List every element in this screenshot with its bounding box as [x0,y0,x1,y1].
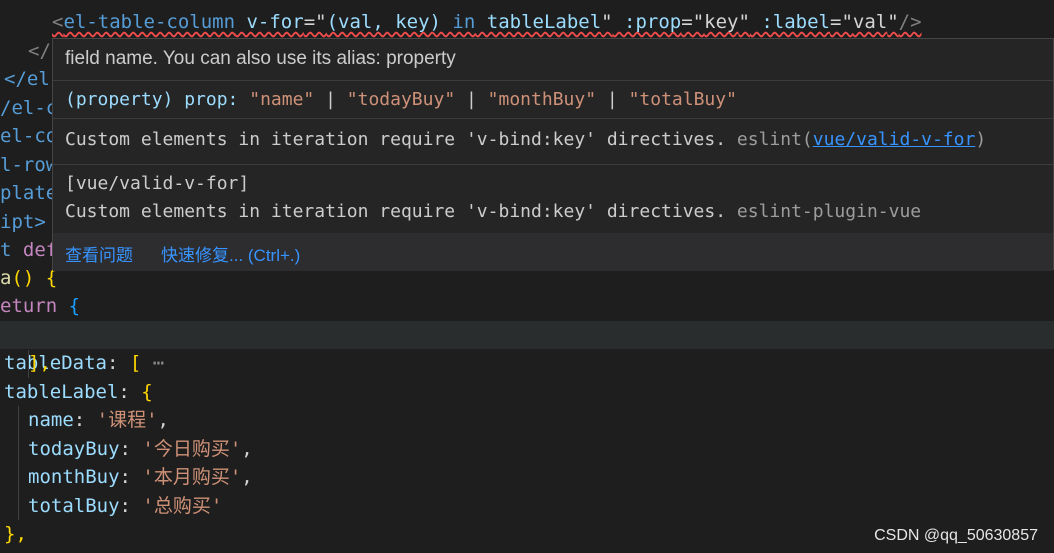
brace: }, [4,523,27,545]
attr-name: :label [749,11,830,33]
diagnostic-source: ) [975,129,987,150]
attr-value: (val, key) [326,11,453,33]
colon: : [118,381,142,403]
code-line: l-row [0,151,57,179]
signature-prefix: (property) prop: [65,89,250,110]
property-name: todayBuy [28,438,120,460]
diagnostic-source: eslint-plugin-vue [726,201,922,222]
bracket: ], [28,352,51,374]
attr-eq: =" [681,11,705,33]
diagnostic-line: Custom elements in iteration require 'v-… [65,129,986,150]
union-separator: | [314,89,347,110]
string-value: '今日购买' [142,438,242,460]
code-line: t def [0,236,57,264]
brace: () { [11,267,58,289]
diagnostic-rule: [vue/valid-v-for] [65,173,250,194]
code-line-current[interactable]: tableData: [ ⋯ [0,321,1054,374]
property-name: tableLabel [4,381,119,403]
attr-name: :prop [612,11,682,33]
type-literal: "totalBuy" [628,89,737,110]
bracket: [ [129,352,142,374]
type-literal: "todayBuy" [346,89,456,110]
quote: " [738,11,750,33]
hover-diagnostic-2: [vue/valid-v-for] Custom elements in ite… [53,165,1053,233]
attr-value: val [852,11,888,33]
hover-diagnostic-1: Custom elements in iteration require 'v-… [53,119,1053,165]
string-value: '课程' [96,409,158,431]
code-line: el-co [0,122,57,150]
attr-value: tableLabel [475,11,602,33]
rule-doc-link[interactable]: vue/valid-v-for [813,129,976,150]
code-text: l-row [0,154,58,176]
code-line: /el-c [0,94,57,122]
keyword: t [0,239,12,261]
attr-eq: =" [830,11,853,33]
quick-fix-link[interactable]: 快速修复... (Ctrl+.) [161,241,300,266]
folded-region-icon[interactable]: ⋯ [141,352,164,374]
keyword: def [11,239,58,261]
code-text: /el-c [0,97,58,119]
hover-signature: (property) prop: "name" | "todayBuy" | "… [65,89,737,110]
code-line: name: '课程', [28,409,169,431]
code-line: todayBuy: '今日购买', [28,438,253,460]
error-squiggle-span[interactable]: <el-table-column v-for="(val, key) in ta… [52,11,922,33]
code-line: plate [0,179,57,207]
code-text: plate [0,182,58,204]
union-separator: | [596,89,629,110]
code-text: el-co [0,125,58,147]
function-name: a [0,267,12,289]
attr-eq: =" [303,11,327,33]
view-problem-link[interactable]: 查看问题 [65,241,133,266]
code-line: </ [28,37,51,65]
hover-doc-text: field name. You can also use its alias: … [65,48,456,69]
code-line: tableLabel: { [4,378,153,406]
diagnostic-source: eslint( [726,129,813,150]
type-literal: "monthBuy" [487,89,597,110]
code-line: eturn { [0,292,80,320]
diagnostic-message: Custom elements in iteration require 'v-… [65,201,727,222]
hover-action-bar: 查看问题 快速修复... (Ctrl+.) [53,233,1053,271]
colon: : [106,352,130,374]
code-line: }, [4,520,27,548]
hover-signature-section: (property) prop: "name" | "todayBuy" | "… [53,81,1053,119]
code-line: totalBuy: '总购买' [28,495,223,517]
code-text: ipt> [0,211,46,233]
tag-bracket: < [52,11,64,33]
property-name: totalBuy [28,495,120,517]
code-line-vfor[interactable]: <el-table-column v-for="(val, key) in ta… [52,8,922,36]
keyword: in [452,11,476,33]
property-name: monthBuy [28,466,120,488]
keyword: eturn [0,295,58,317]
code-line: monthBuy: '本月购买', [28,466,253,488]
property-name: tableData [4,352,107,374]
attr-name: v-for [235,11,304,33]
indent-guide [18,406,19,520]
code-line: ipt> [0,208,46,236]
quote: " [887,11,899,33]
code-line: a() { [0,264,57,292]
brace: { [57,295,81,317]
union-separator: | [455,89,488,110]
tag-name: el-table-column [63,11,236,33]
code-line: </el [4,65,50,93]
code-text: </el [4,68,50,90]
code-line: ], [28,349,51,377]
diagnostic-message: Custom elements in iteration require 'v-… [65,129,727,150]
diagnostic-line: Custom elements in iteration require 'v-… [65,201,921,222]
string-value: '本月购买' [142,466,242,488]
brace: { [141,381,153,403]
watermark: CSDN @qq_50630857 [874,527,1038,544]
hover-doc-section: field name. You can also use its alias: … [53,39,1053,81]
property-name: name [28,409,74,431]
quote: " [601,11,613,33]
indent-guide [28,350,29,378]
hover-tooltip: field name. You can also use its alias: … [52,38,1054,271]
tag-bracket: /> [898,11,922,33]
type-literal: "name" [249,89,315,110]
string-value: '总购买' [142,495,223,517]
attr-value: key [704,11,739,33]
code-text: </ [28,40,51,62]
